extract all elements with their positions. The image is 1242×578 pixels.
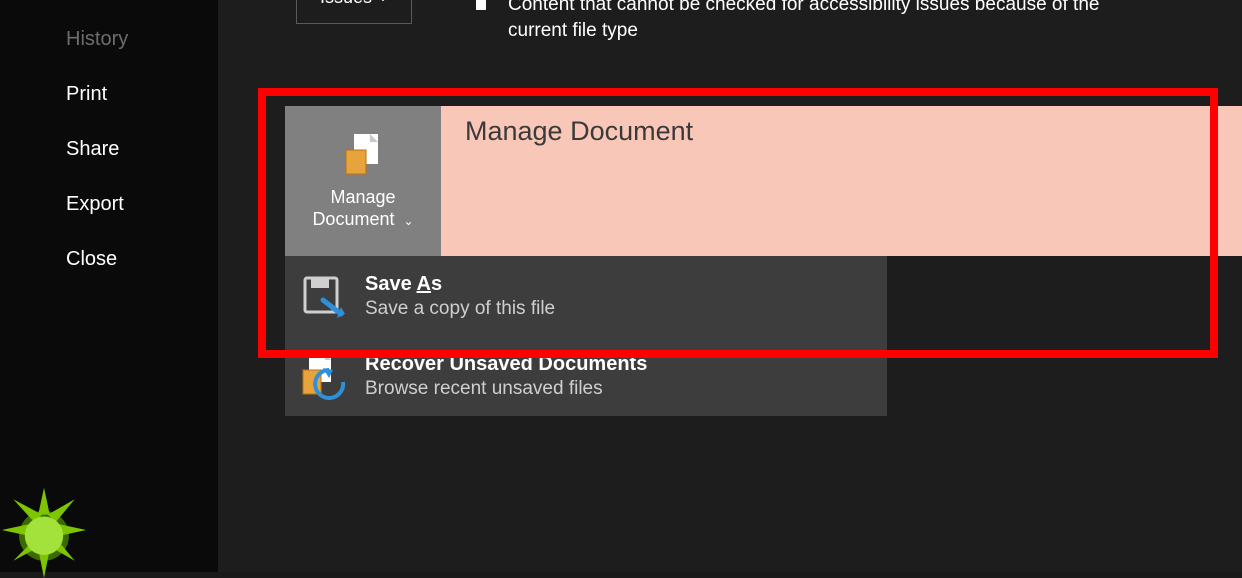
recover-desc: Browse recent unsaved files	[365, 378, 647, 400]
note-text: Content that cannot be checked for acces…	[508, 0, 1156, 43]
save-as-desc: Save a copy of this file	[365, 298, 555, 320]
sidebar-item-history: History	[0, 12, 218, 67]
accessibility-note: Content that cannot be checked for acces…	[476, 0, 1156, 43]
menu-item-recover-unsaved[interactable]: Recover Unsaved Documents Browse recent …	[285, 336, 887, 416]
manage-document-button[interactable]: Manage Document ⌄	[285, 106, 441, 256]
bullet-icon	[476, 0, 486, 10]
sidebar-item-close[interactable]: Close	[0, 232, 218, 287]
document-icon	[340, 132, 386, 178]
sidebar-item-share[interactable]: Share	[0, 122, 218, 177]
manage-button-line2: Document	[312, 209, 394, 229]
manage-document-title: Manage Document	[441, 106, 717, 256]
save-as-title: Save As	[365, 273, 555, 296]
issues-label: Issues	[320, 0, 372, 8]
green-star-icon	[0, 482, 92, 578]
manage-document-panel: Manage Document ⌄ Manage Document	[285, 106, 1242, 256]
manage-document-menu: Save As Save a copy of this file Recover…	[285, 256, 887, 416]
recover-title: Recover Unsaved Documents	[365, 353, 647, 376]
issues-dropdown-button[interactable]: Issues ⌄	[296, 0, 412, 24]
content-area: Issues ⌄ Content that cannot be checked …	[218, 0, 1242, 572]
sidebar-item-print[interactable]: Print	[0, 67, 218, 122]
manage-button-line1: Manage	[330, 187, 395, 207]
menu-item-save-as[interactable]: Save As Save a copy of this file	[285, 256, 887, 336]
sidebar-item-export[interactable]: Export	[0, 177, 218, 232]
save-as-icon	[299, 272, 347, 320]
chevron-down-icon: ⌄	[404, 214, 414, 228]
recover-icon	[299, 352, 347, 400]
chevron-down-icon: ⌄	[378, 0, 388, 4]
